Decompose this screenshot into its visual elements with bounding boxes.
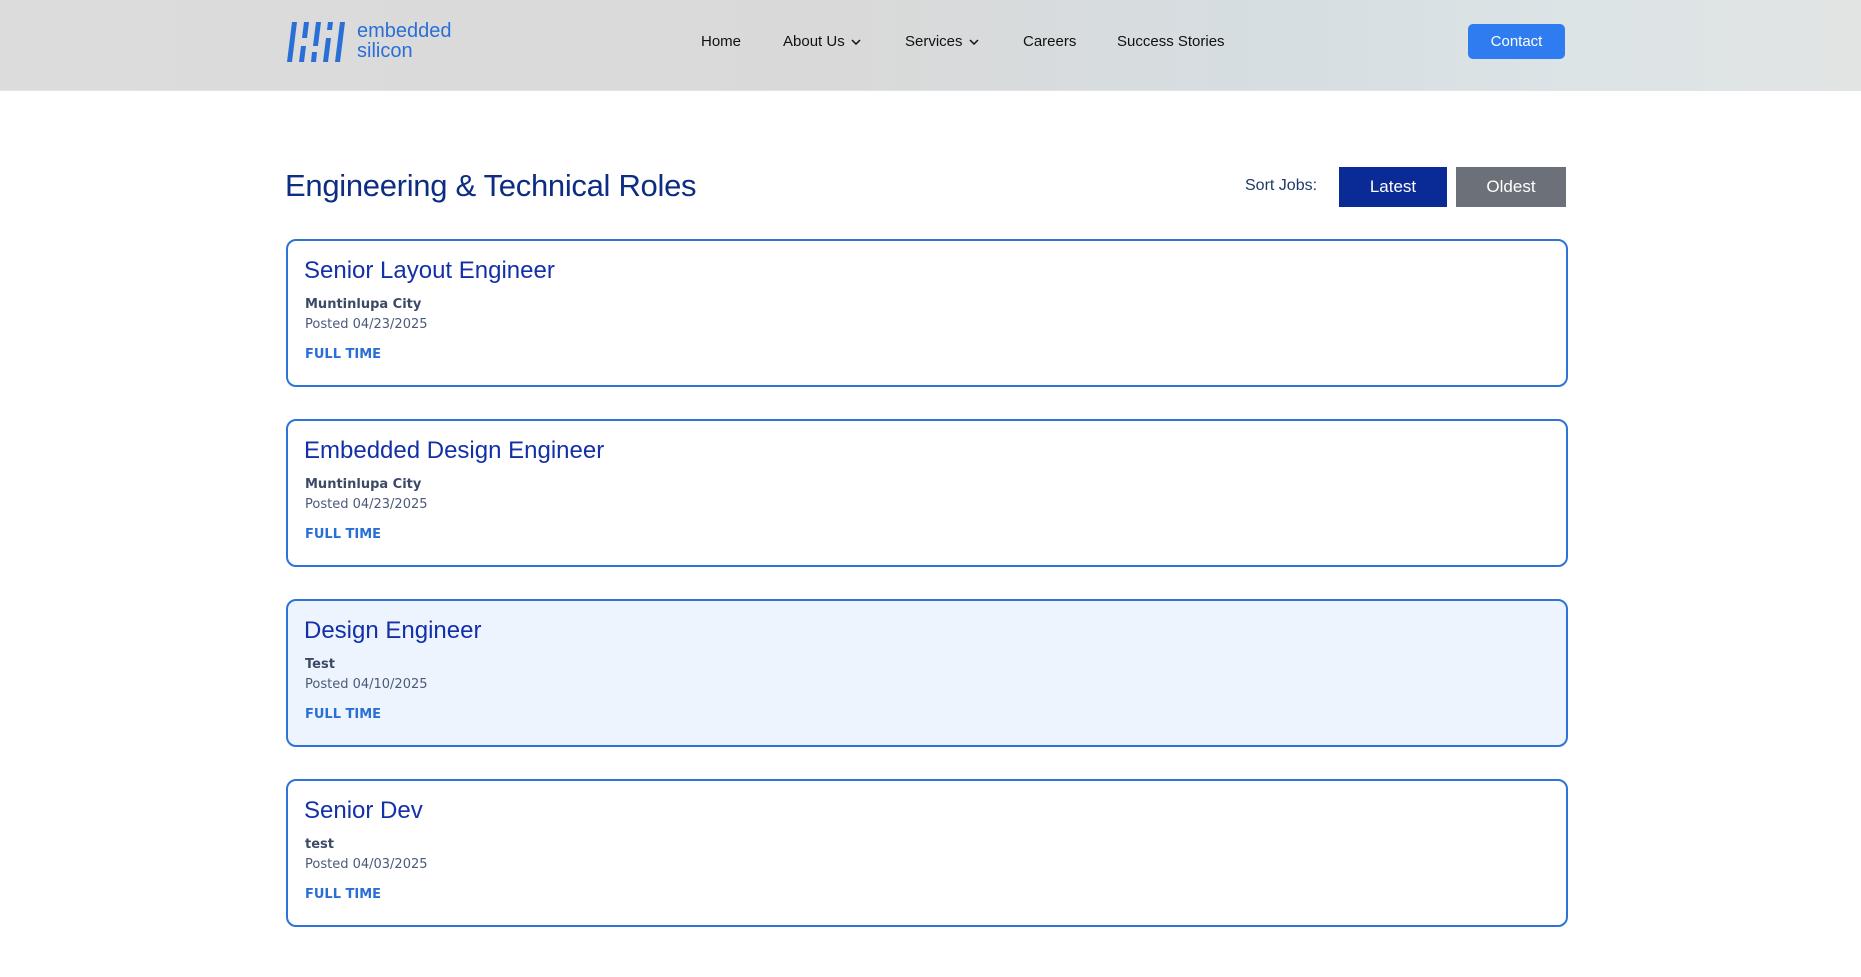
nav-services[interactable]: Services (905, 33, 979, 51)
brand-logo[interactable]: embedded silicon (286, 20, 466, 64)
chevron-down-icon (851, 39, 861, 46)
nav-about-us-label: About Us (783, 33, 845, 50)
job-location: Test (305, 657, 335, 672)
logo-wordmark: embedded silicon (357, 21, 452, 61)
sort-latest-button[interactable]: Latest (1339, 167, 1447, 207)
nav-services-label: Services (905, 33, 963, 50)
job-type: FULL TIME (305, 887, 382, 902)
job-location: Muntinlupa City (305, 297, 422, 312)
logo-line-1: embedded (357, 20, 452, 42)
job-title[interactable]: Embedded Design Engineer (304, 437, 604, 465)
job-type: FULL TIME (305, 527, 382, 542)
nav-home[interactable]: Home (701, 33, 741, 51)
job-card[interactable]: Design Engineer Test Posted 04/10/2025 F… (286, 599, 1568, 747)
page-title: Engineering & Technical Roles (285, 168, 697, 203)
nav-careers[interactable]: Careers (1023, 33, 1076, 51)
job-posted-date: Posted 04/23/2025 (305, 317, 428, 332)
job-posted-date: Posted 04/23/2025 (305, 497, 428, 512)
job-posted-date: Posted 04/03/2025 (305, 857, 428, 872)
logo-line-2: silicon (357, 40, 413, 62)
job-title[interactable]: Design Engineer (304, 617, 481, 645)
job-card[interactable]: Embedded Design Engineer Muntinlupa City… (286, 419, 1568, 567)
job-type: FULL TIME (305, 707, 382, 722)
job-location: test (305, 837, 334, 852)
chevron-down-icon (969, 39, 979, 46)
job-title[interactable]: Senior Layout Engineer (304, 257, 555, 285)
job-card[interactable]: Senior Dev test Posted 04/03/2025 FULL T… (286, 779, 1568, 927)
logo-bars-icon (287, 22, 345, 62)
sort-oldest-button[interactable]: Oldest (1456, 167, 1566, 207)
sort-label: Sort Jobs: (1245, 177, 1318, 194)
nav-about-us[interactable]: About Us (783, 33, 861, 51)
job-posted-date: Posted 04/10/2025 (305, 677, 428, 692)
site-header: embedded silicon Home About Us Services … (0, 0, 1861, 91)
nav-success-stories[interactable]: Success Stories (1117, 33, 1225, 51)
job-card[interactable]: Senior Layout Engineer Muntinlupa City P… (286, 239, 1568, 387)
contact-button[interactable]: Contact (1468, 24, 1565, 59)
job-title[interactable]: Senior Dev (304, 797, 423, 825)
job-location: Muntinlupa City (305, 477, 422, 492)
job-type: FULL TIME (305, 347, 382, 362)
